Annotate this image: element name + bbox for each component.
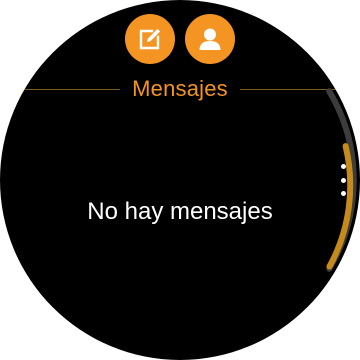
header-divider-right (240, 89, 336, 90)
more-vertical-icon-dot (340, 177, 346, 183)
contact-icon (199, 28, 221, 50)
more-options-button[interactable] (336, 164, 350, 196)
more-vertical-icon (340, 164, 346, 169)
header: Mensajes (0, 74, 360, 106)
more-vertical-icon-dot (340, 191, 346, 196)
scroll-indicator[interactable] (0, 0, 360, 360)
contacts-button[interactable] (185, 14, 235, 64)
watch-screen: Mensajes No hay mensajes (0, 0, 360, 360)
compose-button[interactable] (125, 14, 175, 64)
empty-state-message: No hay mensajes (87, 198, 273, 225)
compose-icon (139, 28, 161, 50)
